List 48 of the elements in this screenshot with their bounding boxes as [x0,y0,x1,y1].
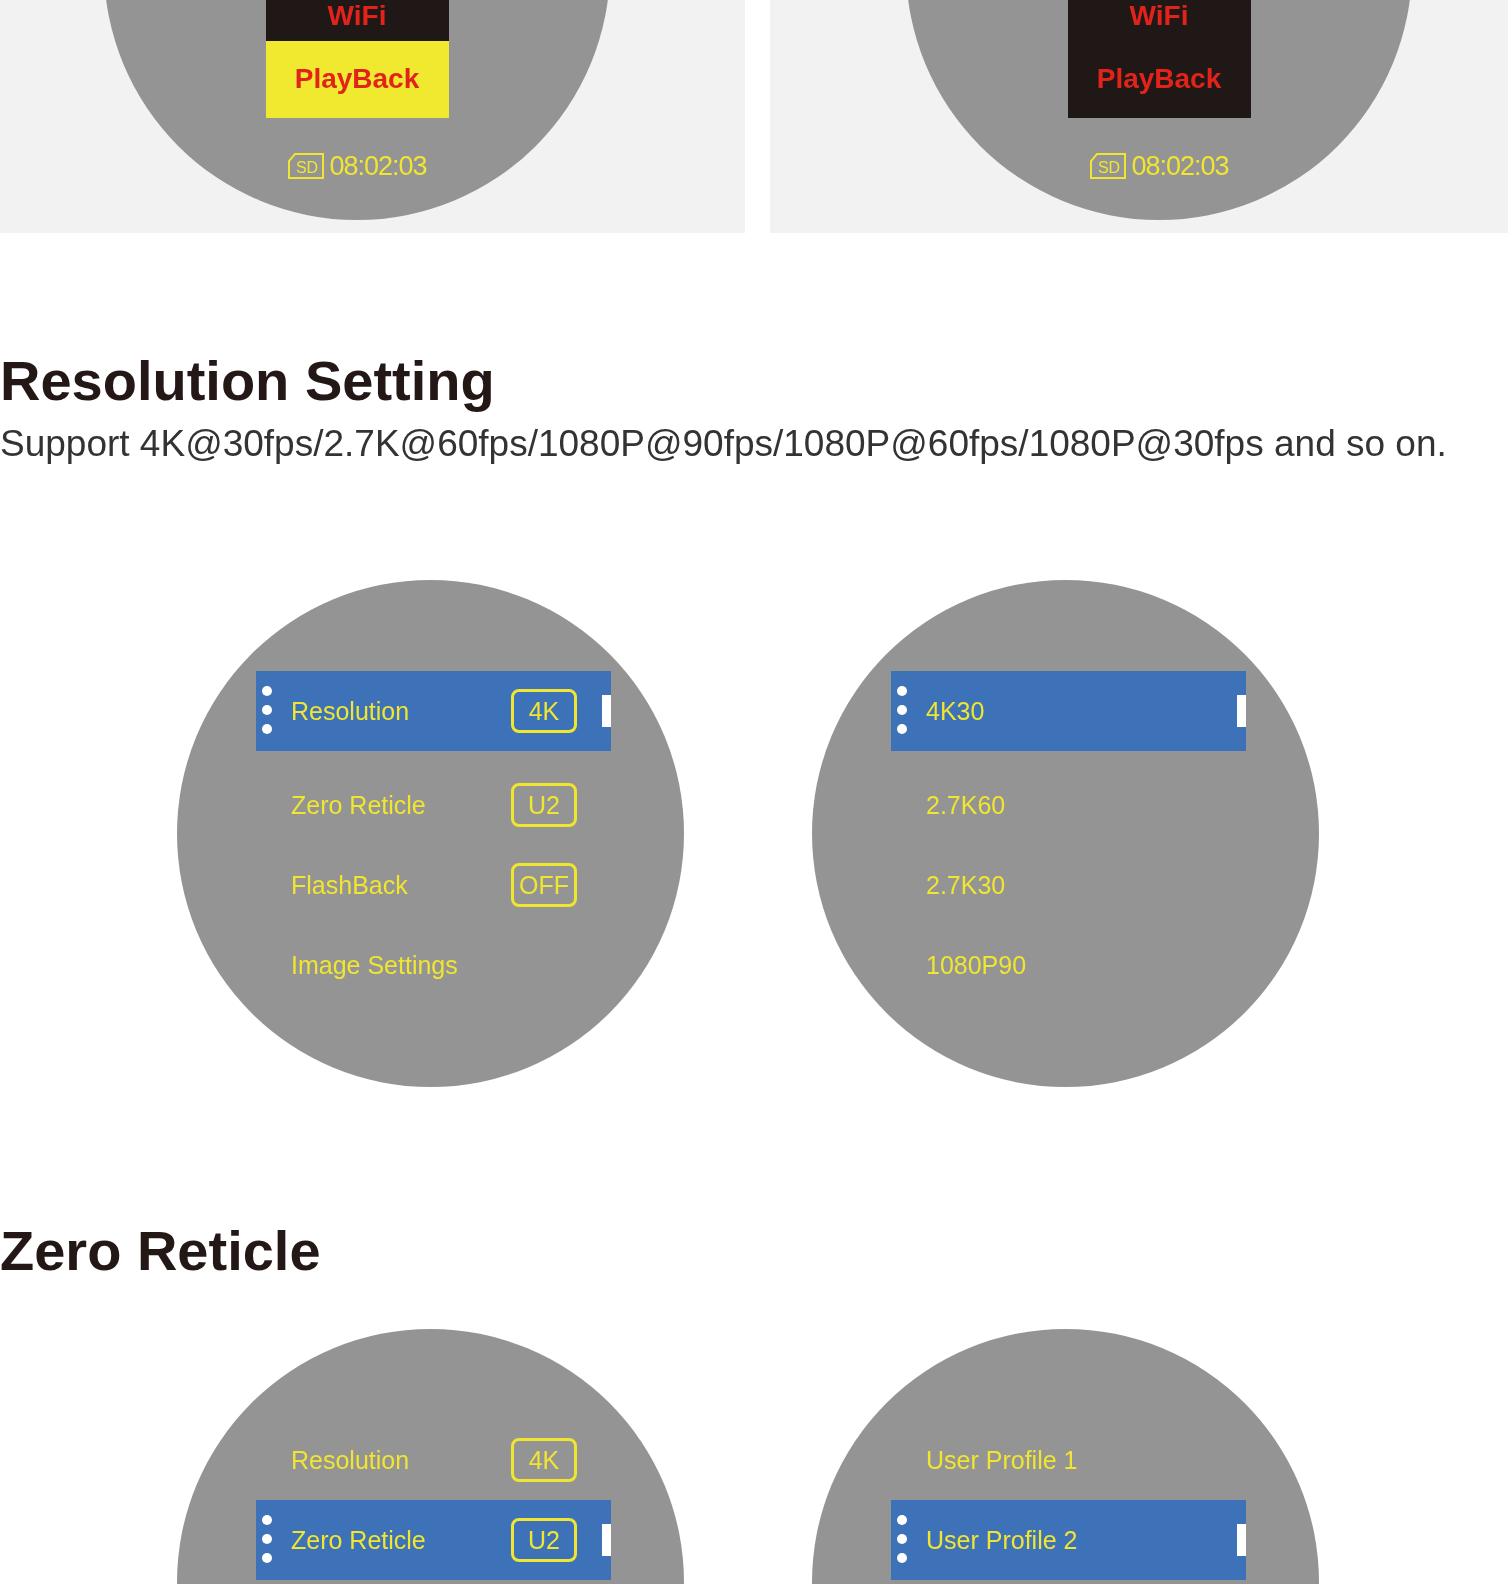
menu-item[interactable]: Image Settings [256,925,611,1006]
menu-label: 2.7K30 [926,869,1006,901]
menu-item[interactable]: 2.7K60 [891,765,1246,846]
section-heading: Resolution Setting [0,348,496,414]
section-heading: Zero Reticle [0,1218,322,1285]
menu-item[interactable]: PlayBack [265,40,449,118]
sd-card-icon: SD [287,151,326,180]
menu-label: Resolution [291,1444,410,1476]
more-dots-icon [896,685,908,736]
more-dots-icon [261,1514,273,1565]
more-dots-icon [896,1514,908,1565]
menu-label: User Profile 1 [926,1444,1078,1476]
menu-item[interactable]: User Profile 1 [891,1420,1246,1501]
menu-item[interactable]: 2.7K30 [891,845,1246,926]
menu-item[interactable]: User Profile 2 [891,1500,1246,1581]
value-tag: U2 [511,1518,577,1563]
menu-label: User Profile 2 [926,1524,1078,1556]
menu-item[interactable]: WiFi [265,0,449,41]
recording-time: 08:02:03 [1131,149,1229,183]
menu-item[interactable]: Resolution 4K [256,671,611,752]
menu-label: 1080P90 [926,949,1027,981]
value-tag: U2 [511,783,577,828]
menu-item[interactable]: PlayBack [1067,40,1251,118]
scroll-indicator [602,1524,611,1557]
menu-item[interactable]: Zero Reticle U2 [256,1500,611,1581]
menu-label: Zero Reticle [291,789,426,821]
menu-label: 4K30 [926,695,985,727]
menu-label: FlashBack [291,869,408,901]
recording-time: 08:02:03 [329,149,427,183]
menu-item[interactable]: WiFi [1067,0,1251,41]
menu-item[interactable]: FlashBack OFF [256,845,611,926]
menu-item[interactable]: Resolution 4K [256,1420,611,1501]
menu-item[interactable]: 1080P90 [891,925,1246,1006]
menu-item[interactable]: 4K30 [891,671,1246,752]
section-description: Support 4K@30fps/2.7K@60fps/1080P@90fps/1080P@60fps/1080P@30fps and so on. [0,422,1448,467]
menu-label: Resolution [291,695,410,727]
menu-label: Image Settings [291,949,458,981]
scroll-indicator [602,695,611,728]
menu-label: 2.7K60 [926,789,1006,821]
more-dots-icon [261,685,273,736]
scroll-indicator [1237,1524,1246,1557]
value-tag: 4K [511,1438,577,1483]
value-tag: 4K [511,689,577,734]
menu-label: Zero Reticle [291,1524,426,1556]
menu-item[interactable]: Zero Reticle U2 [256,765,611,846]
sd-card-icon: SD [1089,151,1128,180]
scroll-indicator [1237,695,1246,728]
value-tag: OFF [511,863,577,908]
